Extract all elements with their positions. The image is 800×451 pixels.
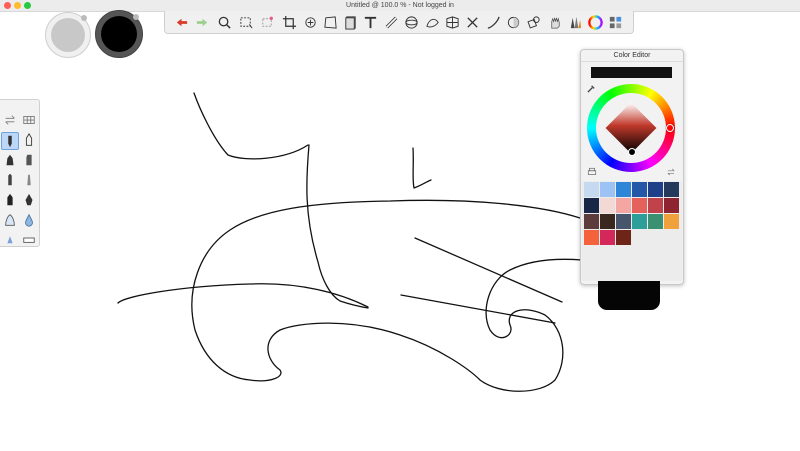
symmetry-icon[interactable] <box>462 11 482 33</box>
primary-color-puck[interactable] <box>95 10 143 58</box>
curve-icon[interactable] <box>483 11 503 33</box>
rect-select-icon[interactable] <box>236 11 256 33</box>
hue-wheel[interactable] <box>587 84 675 172</box>
lasso-select-icon[interactable] <box>257 11 277 33</box>
shape-icon[interactable] <box>503 11 523 33</box>
hand-icon[interactable] <box>545 11 565 33</box>
color-swatch[interactable] <box>584 198 599 213</box>
chisel-icon[interactable] <box>21 172 37 188</box>
blender-icon[interactable] <box>2 212 18 228</box>
ruler-icon[interactable] <box>381 11 401 33</box>
print-icon[interactable] <box>587 164 597 175</box>
french-curve-icon[interactable] <box>422 11 442 33</box>
selected-color-bar[interactable] <box>591 67 672 78</box>
color-swatch[interactable] <box>616 214 631 229</box>
color-editor-panel: Color Editor <box>580 49 684 285</box>
fill-icon[interactable] <box>523 11 543 33</box>
flip-icon[interactable] <box>340 11 360 33</box>
color-swatch[interactable] <box>584 230 599 245</box>
zoom-icon[interactable] <box>214 11 234 33</box>
ellipse-guide-icon[interactable] <box>401 11 421 33</box>
airbrush-icon[interactable] <box>2 192 18 208</box>
eyedropper-icon[interactable] <box>586 81 596 93</box>
color-wheel-icon[interactable] <box>585 11 605 33</box>
grid-icon[interactable] <box>21 112 37 128</box>
swap-icon[interactable] <box>2 112 18 128</box>
color-swatch[interactable] <box>616 198 631 213</box>
color-swatch[interactable] <box>664 182 679 197</box>
color-swatch[interactable] <box>648 198 663 213</box>
color-swatch[interactable] <box>616 230 631 245</box>
color-swatch[interactable] <box>632 198 647 213</box>
color-swatch[interactable] <box>600 182 615 197</box>
color-swatch[interactable] <box>664 198 679 213</box>
color-swatch[interactable] <box>616 182 631 197</box>
brush-palette <box>0 99 40 247</box>
color-editor-black-swatch[interactable] <box>598 281 660 310</box>
color-swatch[interactable] <box>600 214 615 229</box>
swap-colors-icon[interactable] <box>666 164 676 176</box>
color-swatch[interactable] <box>632 182 647 197</box>
spray-icon[interactable] <box>21 192 37 208</box>
secondary-color-puck[interactable] <box>45 12 91 58</box>
color-swatch[interactable] <box>648 182 663 197</box>
marker-icon[interactable] <box>2 152 18 168</box>
crop-icon[interactable] <box>279 11 299 33</box>
transform-icon[interactable] <box>300 11 320 33</box>
color-editor-title: Color Editor <box>581 50 683 62</box>
ink-pen-icon[interactable] <box>21 132 37 148</box>
color-swatch[interactable] <box>600 230 615 245</box>
redo-icon[interactable] <box>192 11 212 33</box>
color-swatch[interactable] <box>600 198 615 213</box>
eraser-icon[interactable] <box>21 230 37 246</box>
felt-pen-icon[interactable] <box>2 172 18 188</box>
pencil-icon[interactable] <box>1 132 19 150</box>
text-icon[interactable] <box>360 11 380 33</box>
main-toolbar <box>164 11 634 34</box>
perspective-icon[interactable] <box>442 11 462 33</box>
layers-icon[interactable] <box>605 11 625 33</box>
undo-icon[interactable] <box>171 11 191 33</box>
hue-handle[interactable] <box>666 124 674 132</box>
color-swatch[interactable] <box>664 214 679 229</box>
swatch-grid <box>582 181 682 281</box>
brush-library-icon[interactable] <box>565 11 585 33</box>
color-swatch[interactable] <box>648 214 663 229</box>
smudge-icon[interactable] <box>2 230 18 246</box>
color-swatch[interactable] <box>584 182 599 197</box>
color-swatch[interactable] <box>632 214 647 229</box>
color-swatch[interactable] <box>584 214 599 229</box>
color-handle[interactable] <box>628 148 636 156</box>
water-drop-icon[interactable] <box>21 212 37 228</box>
marker-2-icon[interactable] <box>21 152 37 168</box>
distort-icon[interactable] <box>320 11 340 33</box>
